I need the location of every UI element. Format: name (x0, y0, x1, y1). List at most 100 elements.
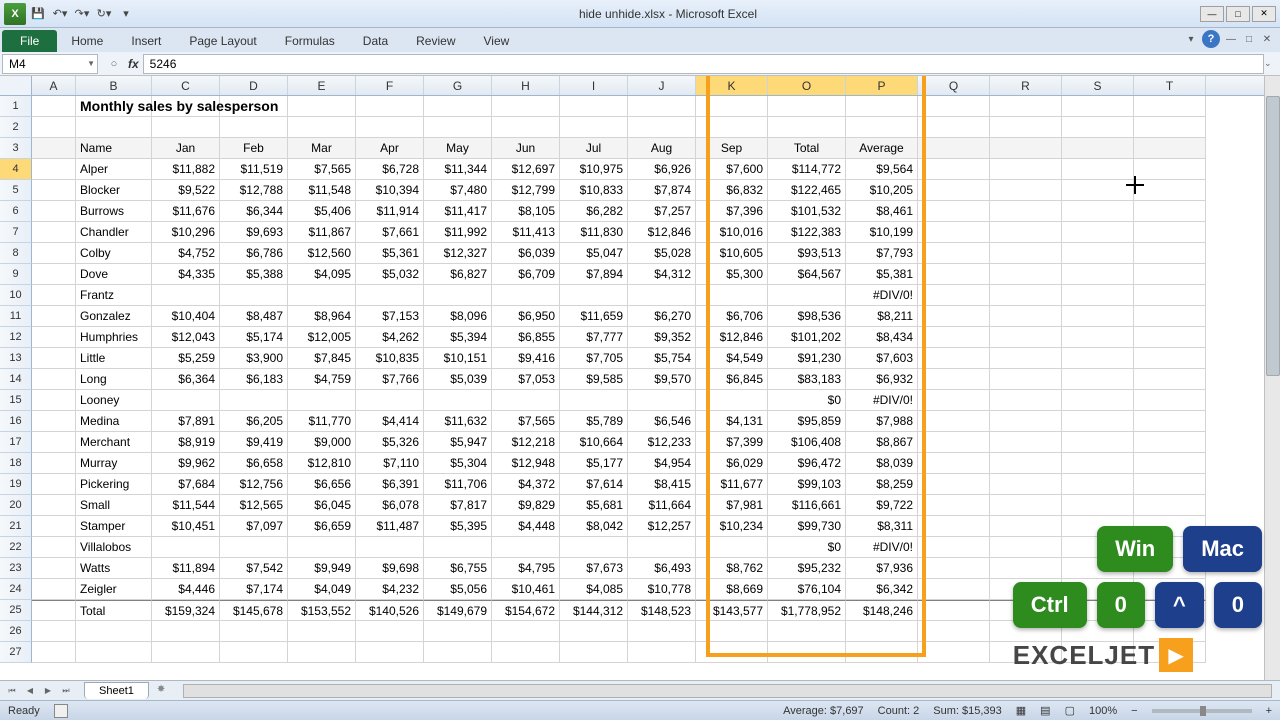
cell-E23[interactable]: $9,949 (288, 558, 356, 579)
cell-Q11[interactable] (918, 306, 990, 327)
cell-E17[interactable]: $9,000 (288, 432, 356, 453)
ribbon-minimize-icon[interactable]: — (1224, 32, 1238, 46)
cell-H2[interactable] (492, 117, 560, 138)
cell-S4[interactable] (1062, 159, 1134, 180)
cell-I6[interactable]: $6,282 (560, 201, 628, 222)
cell-O3[interactable]: Total (768, 138, 846, 159)
cell-A23[interactable] (32, 558, 76, 579)
cell-A16[interactable] (32, 411, 76, 432)
cell-S19[interactable] (1062, 474, 1134, 495)
cell-D18[interactable]: $6,658 (220, 453, 288, 474)
zoom-in-icon[interactable]: + (1266, 705, 1272, 717)
cell-G22[interactable] (424, 537, 492, 558)
cell-Q15[interactable] (918, 390, 990, 411)
cell-R18[interactable] (990, 453, 1062, 474)
qat-customize-icon[interactable]: ▾ (116, 4, 136, 24)
cell-P11[interactable]: $8,211 (846, 306, 918, 327)
cell-H23[interactable]: $4,795 (492, 558, 560, 579)
row-header-3[interactable]: 3 (0, 138, 32, 159)
row-header-21[interactable]: 21 (0, 516, 32, 537)
cell-T10[interactable] (1134, 285, 1206, 306)
cell-G18[interactable]: $5,304 (424, 453, 492, 474)
cell-R12[interactable] (990, 327, 1062, 348)
row-header-25[interactable]: 25 (0, 600, 32, 621)
cell-K5[interactable]: $6,832 (696, 180, 768, 201)
name-box[interactable]: M4 ▼ (2, 54, 98, 74)
cell-K19[interactable]: $11,677 (696, 474, 768, 495)
cell-P26[interactable] (846, 621, 918, 642)
cell-A20[interactable] (32, 495, 76, 516)
cell-P21[interactable]: $8,311 (846, 516, 918, 537)
cell-K24[interactable]: $8,669 (696, 579, 768, 600)
cell-B15[interactable]: Looney (76, 390, 152, 411)
cell-H5[interactable]: $12,799 (492, 180, 560, 201)
cell-C15[interactable] (152, 390, 220, 411)
cell-T2[interactable] (1134, 117, 1206, 138)
cell-P19[interactable]: $8,259 (846, 474, 918, 495)
vertical-scrollbar-thumb[interactable] (1266, 96, 1280, 376)
cell-I7[interactable]: $11,830 (560, 222, 628, 243)
cell-T7[interactable] (1134, 222, 1206, 243)
cell-O9[interactable]: $64,567 (768, 264, 846, 285)
cell-K13[interactable]: $4,549 (696, 348, 768, 369)
cell-S12[interactable] (1062, 327, 1134, 348)
cell-O14[interactable]: $83,183 (768, 369, 846, 390)
cell-J27[interactable] (628, 642, 696, 663)
cell-B14[interactable]: Long (76, 369, 152, 390)
cell-O16[interactable]: $95,859 (768, 411, 846, 432)
cell-T16[interactable] (1134, 411, 1206, 432)
cell-R17[interactable] (990, 432, 1062, 453)
cell-D2[interactable] (220, 117, 288, 138)
cell-E12[interactable]: $12,005 (288, 327, 356, 348)
cell-T9[interactable] (1134, 264, 1206, 285)
cell-H10[interactable] (492, 285, 560, 306)
cell-A8[interactable] (32, 243, 76, 264)
column-header-O[interactable]: O (768, 76, 846, 95)
cell-I22[interactable] (560, 537, 628, 558)
cell-B21[interactable]: Stamper (76, 516, 152, 537)
cell-C18[interactable]: $9,962 (152, 453, 220, 474)
sheet-nav-next-icon[interactable]: ▶ (40, 684, 56, 698)
cell-E4[interactable]: $7,565 (288, 159, 356, 180)
cell-B23[interactable]: Watts (76, 558, 152, 579)
column-header-B[interactable]: B (76, 76, 152, 95)
cell-F9[interactable]: $5,032 (356, 264, 424, 285)
cell-J7[interactable]: $12,846 (628, 222, 696, 243)
cell-F17[interactable]: $5,326 (356, 432, 424, 453)
sheet-nav-prev-icon[interactable]: ◀ (22, 684, 38, 698)
cell-A14[interactable] (32, 369, 76, 390)
cell-I1[interactable] (560, 96, 628, 117)
cell-B5[interactable]: Blocker (76, 180, 152, 201)
cell-J18[interactable]: $4,954 (628, 453, 696, 474)
row-header-18[interactable]: 18 (0, 453, 32, 474)
cell-C24[interactable]: $4,446 (152, 579, 220, 600)
cell-F6[interactable]: $11,914 (356, 201, 424, 222)
cell-P25[interactable]: $148,246 (846, 600, 918, 621)
cell-O21[interactable]: $99,730 (768, 516, 846, 537)
cell-K21[interactable]: $10,234 (696, 516, 768, 537)
cell-Q9[interactable] (918, 264, 990, 285)
cell-J11[interactable]: $6,270 (628, 306, 696, 327)
cell-I9[interactable]: $7,894 (560, 264, 628, 285)
cell-J22[interactable] (628, 537, 696, 558)
cell-H7[interactable]: $11,413 (492, 222, 560, 243)
tab-insert[interactable]: Insert (117, 30, 175, 52)
cell-R3[interactable] (990, 138, 1062, 159)
cell-O8[interactable]: $93,513 (768, 243, 846, 264)
cell-I20[interactable]: $5,681 (560, 495, 628, 516)
cell-F8[interactable]: $5,361 (356, 243, 424, 264)
cell-S18[interactable] (1062, 453, 1134, 474)
row-header-23[interactable]: 23 (0, 558, 32, 579)
cell-E13[interactable]: $7,845 (288, 348, 356, 369)
cell-A6[interactable] (32, 201, 76, 222)
cell-S15[interactable] (1062, 390, 1134, 411)
cell-A10[interactable] (32, 285, 76, 306)
column-header-A[interactable]: A (32, 76, 76, 95)
cell-H1[interactable] (492, 96, 560, 117)
cell-O24[interactable]: $76,104 (768, 579, 846, 600)
cell-P23[interactable]: $7,936 (846, 558, 918, 579)
cell-G16[interactable]: $11,632 (424, 411, 492, 432)
cell-O17[interactable]: $106,408 (768, 432, 846, 453)
cell-G2[interactable] (424, 117, 492, 138)
cell-F19[interactable]: $6,391 (356, 474, 424, 495)
